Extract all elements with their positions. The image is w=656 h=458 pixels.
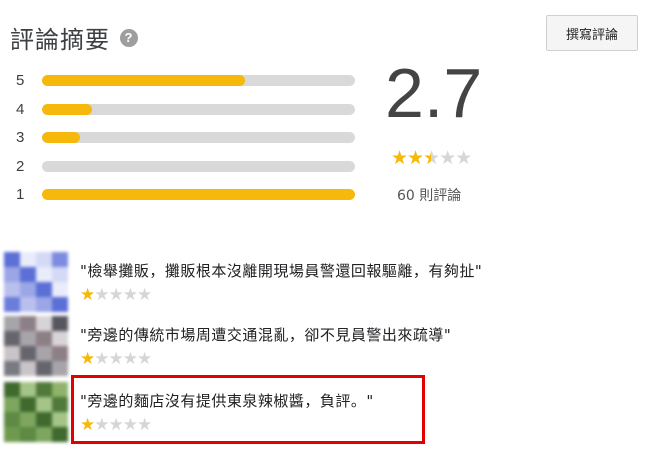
star-icon: ★ <box>94 285 109 305</box>
review-stars: ★★★★★ <box>80 349 152 369</box>
rating-bar-fill <box>42 103 93 115</box>
star-icon: ★ <box>80 349 95 369</box>
rating-bar-fill <box>42 75 246 86</box>
star-icon: ★ <box>391 147 408 169</box>
review-text[interactable]: "旁邊的傳統市場周遭交通混亂，卻不見員警出來疏導" <box>80 324 451 345</box>
review-text[interactable]: "檢舉攤販，攤販根本沒離開現場員警還回報驅離，有夠扯" <box>80 260 482 281</box>
star-icon: ★ <box>122 349 138 369</box>
rating-bar-track <box>42 75 355 86</box>
rating-bar-label: 3 <box>16 129 25 146</box>
rating-bar-row: 1 <box>16 184 361 213</box>
rating-bar-row: 3 <box>16 127 361 156</box>
rating-distribution: 5 4 3 2 1 <box>16 70 361 213</box>
rating-bar-track <box>42 103 355 115</box>
star-icon: ★ <box>407 147 424 169</box>
average-stars: ★★★★★ <box>391 147 472 169</box>
rating-bar-fill <box>42 189 355 200</box>
page-title-text: 評論摘要 <box>10 26 110 54</box>
reviewer-avatar[interactable] <box>4 252 68 312</box>
rating-bar-track <box>42 160 355 172</box>
rating-bar-row: 4 <box>16 99 361 128</box>
average-score: 2.7 <box>385 54 483 132</box>
write-review-button[interactable]: 撰寫評論 <box>546 15 638 51</box>
review-count: 60 則評論 <box>397 188 462 204</box>
star-icon: ★ <box>439 147 456 169</box>
star-icon: ★ <box>108 349 124 369</box>
review-stars: ★★★★★ <box>80 285 152 305</box>
star-icon: ★ <box>80 285 95 305</box>
rating-bar-label: 2 <box>16 157 25 175</box>
question-circle-icon[interactable]: ? <box>120 28 138 47</box>
rating-bar-track <box>42 132 355 143</box>
rating-bar-label: 4 <box>16 100 25 118</box>
star-icon: ★ <box>122 285 138 305</box>
rating-bar-track <box>42 189 355 200</box>
star-icon: ★ <box>423 147 440 169</box>
review-item: "旁邊的傳統市場周遭交通混亂，卻不見員警出來疏導" ★★★★★ <box>0 316 656 376</box>
star-icon: ★ <box>455 147 472 169</box>
rating-bar-label: 1 <box>16 186 25 203</box>
star-icon: ★ <box>137 285 152 305</box>
rating-bar-fill <box>42 132 80 143</box>
star-icon: ★ <box>108 285 124 305</box>
rating-bar-row: 5 <box>16 70 361 99</box>
rating-bar-label: 5 <box>16 72 25 89</box>
star-icon: ★ <box>137 349 152 369</box>
review-item: "檢舉攤販，攤販根本沒離開現場員警還回報驅離，有夠扯" ★★★★★ <box>0 252 656 312</box>
reviewer-avatar[interactable] <box>4 316 68 376</box>
rating-bar-row: 2 <box>16 156 361 185</box>
page-title: 評論摘要 ? <box>10 20 138 55</box>
highlight-box <box>71 375 425 444</box>
star-icon: ★ <box>94 349 109 369</box>
reviewer-avatar[interactable] <box>4 382 68 442</box>
